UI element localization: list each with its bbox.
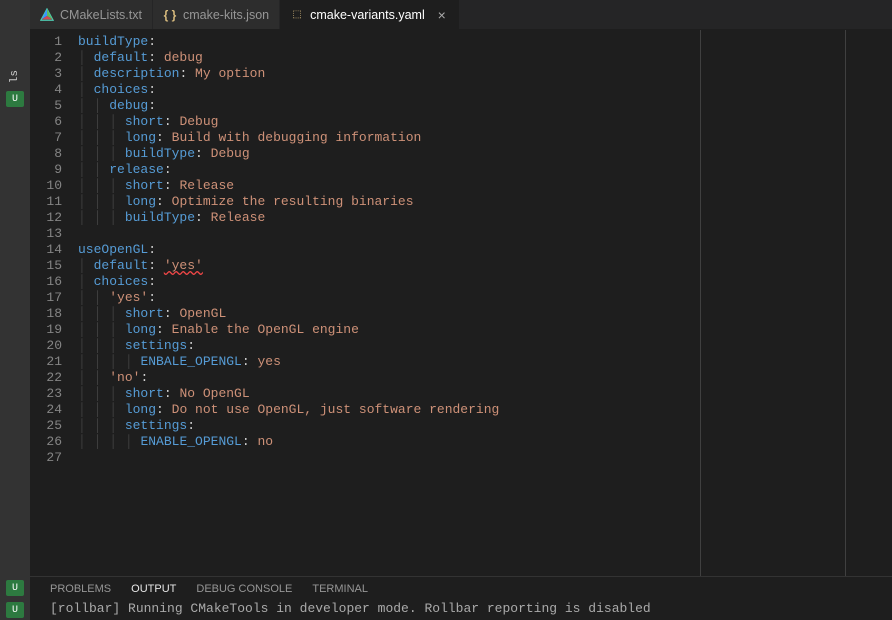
code-line[interactable]: │ │ debug: xyxy=(78,98,892,114)
panel-tab-debug-console[interactable]: DEBUG CONSOLE xyxy=(196,583,292,595)
code-line[interactable]: buildType: xyxy=(78,34,892,50)
activity-bar: ls U U U xyxy=(0,0,30,620)
output-content[interactable]: [rollbar] Running CMakeTools in develope… xyxy=(30,599,892,620)
line-number: 27 xyxy=(30,450,78,466)
line-number: 18 xyxy=(30,306,78,322)
editor-tabs: CMakeLists.txt { } cmake-kits.json ⬚ cmake-v… xyxy=(30,0,892,30)
code-line[interactable]: │ │ │ short: Debug xyxy=(78,114,892,130)
bottom-panel: PROBLEMS OUTPUT DEBUG CONSOLE TERMINAL [rol… xyxy=(30,576,892,620)
line-number: 16 xyxy=(30,274,78,290)
sidebar-truncated-label: ls xyxy=(9,70,21,83)
modified-indicator[interactable]: U xyxy=(6,580,24,596)
line-number: 6 xyxy=(30,114,78,130)
code-line[interactable]: │ │ │ short: Release xyxy=(78,178,892,194)
modified-indicator[interactable]: U xyxy=(6,602,24,618)
tab-label: CMakeLists.txt xyxy=(60,8,142,22)
code-line[interactable]: │ │ │ │ ENBALE_OPENGL: yes xyxy=(78,354,892,370)
line-number: 3 xyxy=(30,66,78,82)
line-number: 2 xyxy=(30,50,78,66)
line-number: 8 xyxy=(30,146,78,162)
line-number-gutter: 1234567891011121314151617181920212223242… xyxy=(30,30,78,576)
close-icon[interactable]: × xyxy=(435,8,449,22)
line-number: 12 xyxy=(30,210,78,226)
cmake-triangle-icon xyxy=(40,8,54,22)
code-line[interactable]: │ │ │ long: Optimize the resulting binar… xyxy=(78,194,892,210)
line-number: 24 xyxy=(30,402,78,418)
tab-label: cmake-variants.yaml xyxy=(310,8,425,22)
code-line[interactable]: │ │ │ short: OpenGL xyxy=(78,306,892,322)
editor-area[interactable]: 1234567891011121314151617181920212223242… xyxy=(30,30,892,576)
code-line[interactable]: │ │ │ short: No OpenGL xyxy=(78,386,892,402)
panel-tab-output[interactable]: OUTPUT xyxy=(131,583,176,595)
code-line[interactable]: │ default: debug xyxy=(78,50,892,66)
line-number: 19 xyxy=(30,322,78,338)
json-braces-icon: { } xyxy=(163,8,177,22)
code-line[interactable]: │ choices: xyxy=(78,82,892,98)
editor-tab[interactable]: { } cmake-kits.json xyxy=(153,0,280,29)
line-number: 9 xyxy=(30,162,78,178)
code-content[interactable]: buildType:│ default: debug│ description:… xyxy=(78,30,892,576)
line-number: 5 xyxy=(30,98,78,114)
line-number: 17 xyxy=(30,290,78,306)
line-number: 4 xyxy=(30,82,78,98)
line-number: 22 xyxy=(30,370,78,386)
code-line[interactable]: │ description: My option xyxy=(78,66,892,82)
code-line[interactable]: │ │ release: xyxy=(78,162,892,178)
line-number: 13 xyxy=(30,226,78,242)
line-number: 10 xyxy=(30,178,78,194)
code-line[interactable]: useOpenGL: xyxy=(78,242,892,258)
code-line[interactable] xyxy=(78,450,892,466)
panel-tab-terminal[interactable]: TERMINAL xyxy=(312,583,368,595)
tab-label: cmake-kits.json xyxy=(183,8,269,22)
modified-indicator[interactable]: U xyxy=(6,91,24,107)
code-line[interactable]: │ │ │ long: Do not use OpenGL, just soft… xyxy=(78,402,892,418)
code-line[interactable]: │ choices: xyxy=(78,274,892,290)
code-line[interactable]: │ │ │ buildType: Debug xyxy=(78,146,892,162)
code-line[interactable]: │ │ │ long: Build with debugging informa… xyxy=(78,130,892,146)
yaml-icon: ⬚ xyxy=(290,8,304,22)
code-line[interactable]: │ │ 'yes': xyxy=(78,290,892,306)
code-line[interactable]: │ │ │ settings: xyxy=(78,418,892,434)
editor-tab[interactable]: ⬚ cmake-variants.yaml × xyxy=(280,0,460,29)
code-line[interactable]: │ │ │ │ ENABLE_OPENGL: no xyxy=(78,434,892,450)
code-line[interactable]: │ │ 'no': xyxy=(78,370,892,386)
code-line[interactable] xyxy=(78,226,892,242)
line-number: 23 xyxy=(30,386,78,402)
line-number: 20 xyxy=(30,338,78,354)
line-number: 21 xyxy=(30,354,78,370)
line-number: 15 xyxy=(30,258,78,274)
line-number: 25 xyxy=(30,418,78,434)
line-number: 11 xyxy=(30,194,78,210)
panel-tabs: PROBLEMS OUTPUT DEBUG CONSOLE TERMINAL xyxy=(30,577,892,599)
line-number: 14 xyxy=(30,242,78,258)
line-number: 26 xyxy=(30,434,78,450)
panel-tab-problems[interactable]: PROBLEMS xyxy=(50,583,111,595)
code-line[interactable]: │ │ │ long: Enable the OpenGL engine xyxy=(78,322,892,338)
line-number: 7 xyxy=(30,130,78,146)
editor-tab[interactable]: CMakeLists.txt xyxy=(30,0,153,29)
code-line[interactable]: │ │ │ settings: xyxy=(78,338,892,354)
code-line[interactable]: │ │ │ buildType: Release xyxy=(78,210,892,226)
code-line[interactable]: │ default: 'yes' xyxy=(78,258,892,274)
line-number: 1 xyxy=(30,34,78,50)
